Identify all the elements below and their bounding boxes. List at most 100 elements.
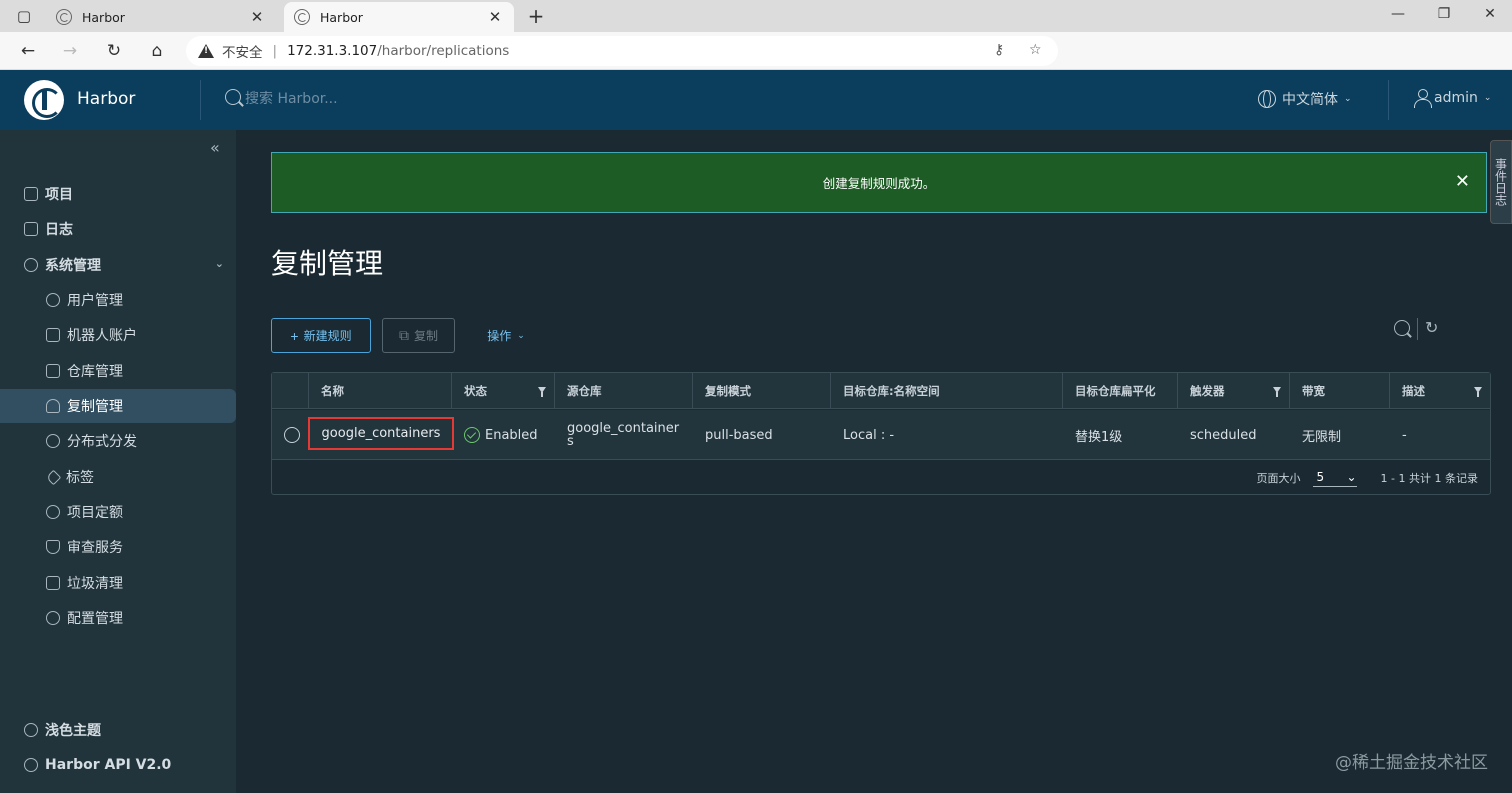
source-cell: google_containers bbox=[555, 410, 693, 460]
tab-close-icon[interactable]: ✕ bbox=[486, 8, 504, 26]
column-header-bandwidth[interactable]: 带宽 bbox=[1290, 373, 1390, 409]
column-header-flatten[interactable]: 目标仓库扁平化 bbox=[1063, 373, 1178, 409]
actions-dropdown[interactable]: 操作 ⌄ bbox=[476, 318, 536, 353]
chevron-down-icon: ⌄ bbox=[1483, 93, 1492, 103]
search-icon bbox=[225, 89, 241, 105]
sidebar-item-label: 审查服务 bbox=[67, 540, 123, 556]
admin-icon bbox=[24, 258, 38, 272]
url-separator: | bbox=[272, 43, 278, 59]
distribution-icon bbox=[46, 434, 60, 448]
sidebar-item-configuration[interactable]: 配置管理 bbox=[0, 601, 236, 635]
filter-icon[interactable] bbox=[1474, 387, 1482, 397]
sidebar-item-projects[interactable]: 项目 bbox=[0, 177, 236, 211]
chevron-down-icon: ⌄ bbox=[517, 330, 525, 340]
status-cell: Enabled bbox=[452, 410, 555, 460]
page-size-value: 5 bbox=[1316, 469, 1325, 484]
browser-toolbar: ← → ↻ ⌂ 不安全 | 172.31.3.107/harbor/replic… bbox=[0, 32, 1512, 93]
reload-icon[interactable]: ↻ bbox=[102, 40, 126, 62]
sidebar-item-administration[interactable]: 系统管理 ⌄ bbox=[0, 248, 236, 282]
forward-icon[interactable]: → bbox=[58, 40, 82, 62]
close-icon[interactable]: ✕ bbox=[1455, 171, 1470, 192]
collapse-sidebar-icon[interactable]: « bbox=[210, 138, 220, 157]
sidebar-item-registries[interactable]: 仓库管理 bbox=[0, 354, 236, 388]
sidebar-item-scanners[interactable]: 审查服务 bbox=[0, 530, 236, 564]
success-alert: 创建复制规则成功。 ✕ bbox=[271, 152, 1487, 213]
url-host: 172.31.3.107 bbox=[287, 43, 378, 59]
sidebar-item-robot-accounts[interactable]: 机器人账户 bbox=[0, 318, 236, 352]
filter-icon[interactable] bbox=[538, 387, 546, 397]
watermark: @稀土掘金技术社区 bbox=[1335, 753, 1488, 773]
chevron-down-icon: ⌄ bbox=[1344, 94, 1352, 104]
rule-name-link[interactable]: google_containers bbox=[308, 417, 454, 450]
page-title: 复制管理 bbox=[271, 247, 384, 280]
column-header-description[interactable]: 描述 bbox=[1390, 373, 1490, 409]
description-cell: - bbox=[1402, 427, 1407, 443]
brand-name[interactable]: Harbor bbox=[77, 89, 135, 109]
users-icon bbox=[46, 293, 60, 307]
column-header-name[interactable]: 名称 bbox=[309, 373, 452, 409]
user-name: admin bbox=[1434, 90, 1478, 106]
filter-icon[interactable] bbox=[1273, 387, 1281, 397]
flatten-cell: 替换1级 bbox=[1075, 429, 1123, 445]
column-header-trigger[interactable]: 触发器 bbox=[1178, 373, 1290, 409]
table-header: 名称 状态 源仓库 复制模式 目标仓库:名称空间 目标仓库扁平化 触发器 带宽 … bbox=[272, 373, 1490, 409]
copy-label: 复制 bbox=[413, 329, 438, 343]
harbor-logo-icon[interactable] bbox=[24, 80, 64, 120]
sidebar-item-distributions[interactable]: 分布式分发 bbox=[0, 424, 236, 458]
source-text: google_containers bbox=[567, 421, 680, 449]
global-search-input[interactable] bbox=[245, 88, 545, 110]
insecure-label: 不安全 bbox=[222, 45, 263, 61]
column-header-mode[interactable]: 复制模式 bbox=[693, 373, 831, 409]
sidebar-item-users[interactable]: 用户管理 bbox=[0, 283, 236, 317]
toolbar-divider bbox=[1417, 318, 1418, 340]
sidebar-item-replications[interactable]: 复制管理 bbox=[0, 389, 236, 423]
sidebar-item-garbage-collection[interactable]: 垃圾清理 bbox=[0, 566, 236, 600]
sidebar-item-label: 配置管理 bbox=[67, 611, 123, 627]
back-icon[interactable]: ← bbox=[16, 40, 40, 62]
refresh-icon[interactable]: ↻ bbox=[1425, 318, 1438, 337]
language-label: 中文简体 bbox=[1282, 92, 1338, 108]
restore-icon[interactable]: ❐ bbox=[1434, 6, 1454, 22]
new-tab-icon[interactable]: + bbox=[524, 4, 548, 28]
minimize-icon[interactable]: — bbox=[1388, 6, 1408, 22]
row-select-radio[interactable] bbox=[284, 427, 300, 443]
sidebar-item-label: 项目定额 bbox=[67, 505, 123, 521]
address-bar[interactable]: 不安全 | 172.31.3.107/harbor/replications ⚷… bbox=[186, 36, 1058, 66]
home-icon[interactable]: ⌂ bbox=[145, 40, 169, 62]
api-link[interactable]: Harbor API V2.0 bbox=[0, 748, 236, 782]
table-row[interactable]: google_containers Enabled google_contain… bbox=[272, 410, 1490, 460]
column-header-status[interactable]: 状态 bbox=[452, 373, 555, 409]
theme-toggle[interactable]: 浅色主题 bbox=[0, 713, 236, 747]
event-log-tab[interactable]: 事件日志 bbox=[1490, 140, 1512, 224]
sidebar-item-logs[interactable]: 日志 bbox=[0, 212, 236, 246]
actions-label: 操作 bbox=[487, 329, 512, 343]
copy-button[interactable]: ⧉ 复制 bbox=[382, 318, 455, 353]
browser-tab-active[interactable]: Harbor ✕ bbox=[284, 2, 514, 32]
sidebar-item-label: 项目 bbox=[45, 187, 73, 203]
new-rule-button[interactable]: + 新建规则 bbox=[271, 318, 371, 353]
tab-actions-icon[interactable]: ▢ bbox=[12, 6, 36, 26]
replication-icon bbox=[46, 399, 60, 413]
status-text: Enabled bbox=[485, 427, 538, 443]
browser-tab-inactive[interactable]: Harbor ✕ bbox=[46, 2, 276, 32]
column-header-target[interactable]: 目标仓库:名称空间 bbox=[831, 373, 1063, 409]
sidebar-item-label: 用户管理 bbox=[67, 293, 123, 309]
page-size-select[interactable]: 5 ⌄ bbox=[1312, 469, 1357, 487]
table-search-icon[interactable] bbox=[1394, 320, 1410, 336]
column-header-source[interactable]: 源仓库 bbox=[555, 373, 693, 409]
tab-close-icon[interactable]: ✕ bbox=[248, 8, 266, 26]
language-selector[interactable]: 中文简体 ⌄ bbox=[1258, 89, 1352, 109]
user-menu[interactable]: admin ⌄ bbox=[1414, 89, 1492, 108]
user-icon bbox=[1414, 89, 1432, 108]
warning-icon bbox=[198, 44, 214, 58]
favorite-add-icon[interactable]: ☆ bbox=[1029, 42, 1042, 58]
app-header: Harbor 中文简体 ⌄ admin ⌄ bbox=[0, 70, 1512, 130]
sidebar-item-quotas[interactable]: 项目定额 bbox=[0, 495, 236, 529]
window-close-icon[interactable]: ✕ bbox=[1480, 6, 1500, 22]
sidebar-item-label: 分布式分发 bbox=[67, 434, 137, 450]
sidebar-item-label: 日志 bbox=[45, 222, 73, 238]
key-icon[interactable]: ⚷ bbox=[994, 42, 1004, 58]
new-rule-label: 新建规则 bbox=[303, 329, 352, 343]
alert-message: 创建复制规则成功。 bbox=[822, 176, 936, 191]
sidebar-item-labels[interactable]: 标签 bbox=[0, 460, 236, 494]
